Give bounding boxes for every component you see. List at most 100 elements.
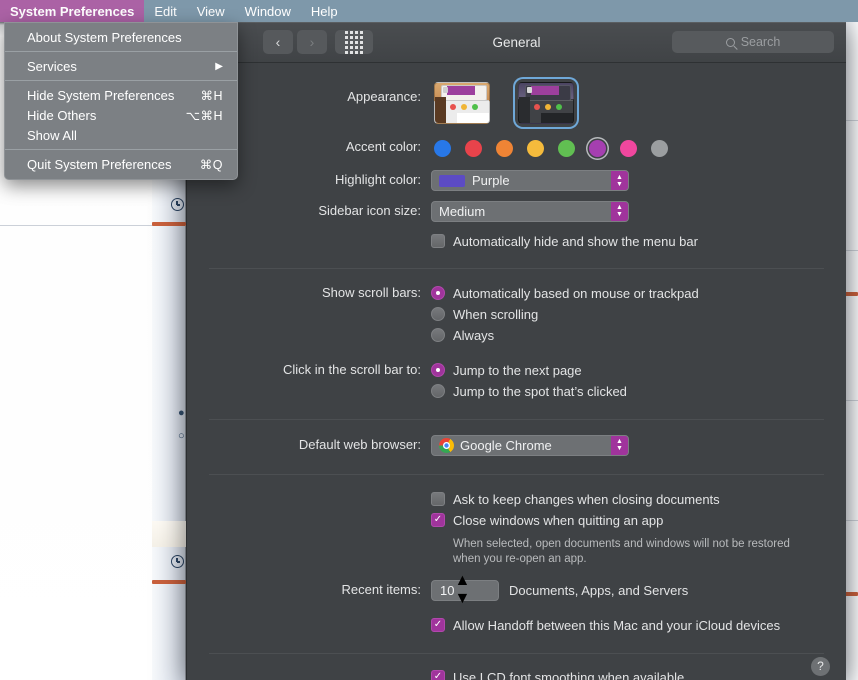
ask-keep-changes-row: Ask to keep changes when closing documen…: [187, 475, 846, 567]
chevron-updown-icon[interactable]: ▲ ▼: [454, 572, 470, 608]
accent-swatch-graphite[interactable]: [648, 137, 671, 160]
scrollbar-option-always[interactable]: Always: [431, 325, 824, 346]
allow-handoff-row: ✓ Allow Handoff between this Mac and you…: [187, 601, 846, 636]
click-radio-next-page[interactable]: [431, 363, 445, 377]
scrollbar-option-automatic-label: Automatically based on mouse or trackpad: [453, 285, 699, 301]
accent-swatch-pink[interactable]: [617, 137, 640, 160]
menu-item-services[interactable]: Services ▶: [5, 56, 237, 76]
search-icon: [725, 37, 735, 47]
menu-item-hide-others-shortcut: ⌥⌘H: [185, 108, 223, 123]
close-windows-quitting-label: Close windows when quitting an app: [453, 512, 664, 528]
auto-hide-menu-bar-row: Automatically hide and show the menu bar: [187, 222, 846, 252]
chrome-icon: [439, 437, 454, 453]
menu-edit[interactable]: Edit: [144, 0, 186, 22]
menu-item-hide-others[interactable]: Hide Others ⌥⌘H: [5, 105, 237, 125]
default-web-browser-value: Google Chrome: [460, 437, 552, 453]
click-scroll-bar-row: Click in the scroll bar to: Jump to the …: [187, 346, 846, 402]
recent-items-stepper[interactable]: 10 ▲ ▼: [431, 572, 499, 607]
appearance-option-light[interactable]: [431, 79, 493, 127]
show-scroll-bars-row: Show scroll bars: Automatically based on…: [187, 269, 846, 346]
menu-item-about-label: About System Preferences: [27, 29, 182, 45]
menu-item-about[interactable]: About System Preferences: [5, 27, 237, 47]
lcd-font-smoothing-checkbox[interactable]: ✓: [431, 670, 445, 680]
chevron-updown-icon[interactable]: ▲ ▼: [611, 171, 628, 190]
accent-color-row: Accent color:: [187, 127, 846, 160]
highlight-color-popup[interactable]: Purple ▲ ▼: [431, 170, 629, 191]
allow-handoff-option[interactable]: ✓ Allow Handoff between this Mac and you…: [431, 615, 824, 636]
lcd-font-smoothing-row: ✓ Use LCD font smoothing when available: [187, 654, 846, 680]
search-placeholder: Search: [740, 35, 781, 49]
default-web-browser-row: Default web browser: Google Chrome ▲ ▼: [187, 420, 846, 458]
lcd-font-smoothing-option[interactable]: ✓ Use LCD font smoothing when available: [431, 667, 824, 680]
highlight-color-chip: [439, 174, 465, 187]
background-accent-rule: [152, 580, 186, 584]
menu-divider: [5, 149, 237, 150]
accent-swatch-purple[interactable]: [586, 137, 609, 160]
menu-divider: [5, 51, 237, 52]
sidebar-icon-size-label: Sidebar icon size:: [318, 202, 421, 218]
menu-bar: System Preferences Edit View Window Help: [0, 0, 858, 22]
recent-items-suffix: Documents, Apps, and Servers: [509, 582, 689, 598]
chevron-updown-icon[interactable]: ▲ ▼: [611, 201, 628, 221]
appearance-options: [431, 67, 824, 127]
ask-keep-changes-option[interactable]: Ask to keep changes when closing documen…: [431, 489, 824, 510]
background-highlight-band: [152, 521, 186, 547]
auto-hide-menu-bar-option[interactable]: Automatically hide and show the menu bar: [431, 231, 824, 252]
search-field[interactable]: Search: [672, 31, 834, 53]
scrollbar-option-when-scrolling-label: When scrolling: [453, 306, 539, 322]
clock-icon: [171, 198, 184, 211]
general-preferences-pane: Appearance: Accent color: Highlight colo…: [187, 63, 846, 680]
background-accent-rule: [152, 222, 186, 226]
menu-item-quit-shortcut: ⌘Q: [199, 157, 223, 172]
menu-help[interactable]: Help: [301, 0, 348, 22]
appearance-option-dark[interactable]: [515, 79, 577, 127]
magnifier-icon: ○: [178, 430, 185, 442]
help-button[interactable]: ?: [811, 656, 830, 676]
allow-handoff-label: Allow Handoff between this Mac and your …: [453, 617, 781, 633]
scrollbar-option-when-scrolling[interactable]: When scrolling: [431, 304, 824, 325]
close-windows-quitting-option[interactable]: ✓ Close windows when quitting an app: [431, 510, 824, 531]
accent-swatch-orange[interactable]: [493, 137, 516, 160]
accent-swatch-blue[interactable]: [431, 137, 454, 160]
accent-color-swatches: [431, 137, 824, 160]
menu-item-show-all-label: Show All: [27, 127, 77, 143]
default-web-browser-label: Default web browser:: [298, 436, 421, 452]
ask-keep-changes-label: Ask to keep changes when closing documen…: [453, 491, 720, 507]
sidebar-icon-size-row: Sidebar icon size: Medium ▲ ▼: [187, 192, 846, 222]
scrollbar-radio-always[interactable]: [431, 328, 445, 342]
menu-item-quit[interactable]: Quit System Preferences ⌘Q: [5, 154, 237, 174]
accent-swatch-green[interactable]: [555, 137, 578, 160]
accent-swatch-yellow[interactable]: [524, 137, 547, 160]
auto-hide-menu-bar-label: Automatically hide and show the menu bar: [453, 233, 698, 249]
click-option-spot-clicked-label: Jump to the spot that’s clicked: [453, 383, 627, 399]
menu-window[interactable]: Window: [235, 0, 301, 22]
close-windows-quitting-checkbox[interactable]: ✓: [431, 513, 445, 527]
accent-swatch-red[interactable]: [462, 137, 485, 160]
clock-icon: [171, 555, 184, 568]
allow-handoff-checkbox[interactable]: ✓: [431, 618, 445, 632]
scrollbar-option-always-label: Always: [453, 327, 495, 343]
menu-view[interactable]: View: [187, 0, 235, 22]
system-preferences-menu: About System Preferences Services ▶ Hide…: [4, 22, 238, 180]
close-windows-hint-line-1: When selected, open documents and window…: [453, 537, 790, 550]
scrollbar-option-automatic[interactable]: Automatically based on mouse or trackpad: [431, 283, 824, 304]
click-option-next-page[interactable]: Jump to the next page: [431, 360, 824, 381]
highlight-color-row: Highlight color: Purple ▲ ▼: [187, 160, 846, 192]
menu-item-show-all[interactable]: Show All: [5, 125, 237, 145]
scrollbar-radio-automatic[interactable]: [431, 286, 445, 300]
menu-item-quit-label: Quit System Preferences: [27, 156, 172, 172]
ask-keep-changes-checkbox[interactable]: [431, 492, 445, 506]
menu-item-hide-system-preferences[interactable]: Hide System Preferences ⌘H: [5, 85, 237, 105]
scrollbar-radio-when-scrolling[interactable]: [431, 307, 445, 321]
sidebar-icon-size-popup[interactable]: Medium ▲ ▼: [431, 200, 629, 222]
click-option-spot-clicked[interactable]: Jump to the spot that’s clicked: [431, 381, 824, 402]
menu-system-preferences[interactable]: System Preferences: [0, 0, 145, 22]
click-radio-spot-clicked[interactable]: [431, 384, 445, 398]
default-web-browser-popup[interactable]: Google Chrome ▲ ▼: [431, 434, 629, 456]
accent-color-label: Accent color:: [345, 139, 421, 154]
auto-hide-menu-bar-checkbox[interactable]: [431, 234, 445, 248]
recent-items-label: Recent items:: [341, 581, 421, 597]
show-scroll-bars-label: Show scroll bars:: [322, 284, 421, 300]
chevron-updown-icon[interactable]: ▲ ▼: [611, 435, 628, 455]
click-scroll-bar-label: Click in the scroll bar to:: [283, 361, 421, 377]
